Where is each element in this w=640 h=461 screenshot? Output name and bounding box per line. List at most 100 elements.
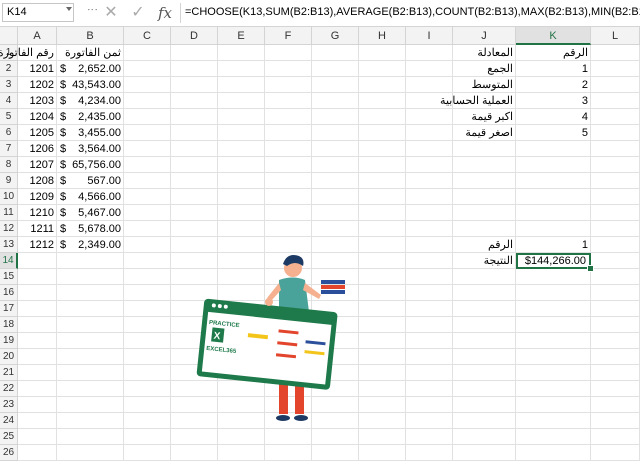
row-header-21[interactable]: 21 [0,365,18,381]
currency-symbol: $ [60,127,67,139]
function-label-cell[interactable]: اصغر قيمة [453,125,516,141]
header-invoice-number[interactable]: رقم الفاتورة [0,45,57,61]
result-value-cell[interactable]: $144,266.00 [516,253,591,269]
row-header-16[interactable]: 16 [0,285,18,301]
currency-symbol: $ [60,143,67,155]
row-header-7[interactable]: 7 [0,141,18,157]
row-header-8[interactable]: 8 [0,157,18,173]
character-head [283,255,304,277]
invoice-amount-cell[interactable]: $2,652.00 [57,61,124,77]
invoice-amount-cell[interactable]: $3,455.00 [57,125,124,141]
row-header-19[interactable]: 19 [0,333,18,349]
name-box[interactable]: K14 [2,3,74,22]
column-header-e[interactable]: E [218,27,265,45]
row-header-20[interactable]: 20 [0,349,18,365]
invoice-amount-cell[interactable]: $3,564.00 [57,141,124,157]
result-label-cell[interactable]: النتيجة [453,253,516,269]
row-header-13[interactable]: 13 [0,237,18,253]
invoice-amount-cell[interactable]: $65,756.00 [57,157,124,173]
header-number[interactable]: الرقم [516,45,591,61]
function-number-cell[interactable]: 3 [516,93,591,109]
cancel-icon[interactable]: ✕ [100,2,122,24]
invoice-number-cell[interactable]: 1203 [18,93,57,109]
insert-function-icon[interactable]: fx [154,2,176,24]
row-header-12[interactable]: 12 [0,221,18,237]
column-header-h[interactable]: H [359,27,406,45]
invoice-number-cell[interactable]: 1207 [18,157,57,173]
invoice-number-cell[interactable]: 1206 [18,141,57,157]
invoice-amount-cell[interactable]: $5,467.00 [57,205,124,221]
row-header-25[interactable]: 25 [0,429,18,445]
column-header-d[interactable]: D [171,27,218,45]
invoice-amount-cell[interactable]: $4,566.00 [57,189,124,205]
formula-input[interactable]: =CHOOSE(K13,SUM(B2:B13),AVERAGE(B2:B13),… [185,6,640,18]
column-header-a[interactable]: A [18,27,57,45]
column-header-f[interactable]: F [265,27,312,45]
enter-icon[interactable]: ✓ [127,2,149,24]
invoice-amount-cell[interactable]: $4,234.00 [57,93,124,109]
column-header-c[interactable]: C [124,27,171,45]
invoice-number-cell[interactable]: 1210 [18,205,57,221]
row-header-18[interactable]: 18 [0,317,18,333]
invoice-number-cell[interactable]: 1211 [18,221,57,237]
row-header-4[interactable]: 4 [0,93,18,109]
function-label-cell[interactable]: الجمع [453,61,516,77]
select-all-corner[interactable] [0,27,18,45]
invoice-amount-cell[interactable]: $43,543.00 [57,77,124,93]
header-invoice-amount[interactable]: ثمن الفاتورة [57,45,124,61]
row-header-23[interactable]: 23 [0,397,18,413]
amount-value: 567.00 [87,175,121,187]
function-number-cell[interactable]: 2 [516,77,591,93]
row-header-14[interactable]: 14 [0,253,18,269]
formula-bar-grip-icon[interactable]: ⋮ [86,4,99,14]
fill-handle[interactable] [587,265,594,272]
function-number-cell[interactable]: 1 [516,61,591,77]
row-header-11[interactable]: 11 [0,205,18,221]
row-header-24[interactable]: 24 [0,413,18,429]
currency-symbol: $ [60,207,67,219]
invoice-number-cell[interactable]: 1208 [18,173,57,189]
function-number-cell[interactable]: 4 [516,109,591,125]
invoice-amount-cell[interactable]: $2,349.00 [57,237,124,253]
row-header-5[interactable]: 5 [0,109,18,125]
row-header-6[interactable]: 6 [0,125,18,141]
choice-value-cell[interactable]: 1 [516,237,591,253]
currency-symbol: $ [60,79,67,91]
row-header-2[interactable]: 2 [0,61,18,77]
function-label-cell[interactable]: المتوسط [453,77,516,93]
invoice-number-cell[interactable]: 1209 [18,189,57,205]
invoice-number-cell[interactable]: 1205 [18,125,57,141]
row-header-10[interactable]: 10 [0,189,18,205]
column-header-k[interactable]: K [516,27,591,45]
invoice-amount-cell[interactable]: $2,435.00 [57,109,124,125]
function-label-cell[interactable]: اكبر قيمة [453,109,516,125]
row-header-9[interactable]: 9 [0,173,18,189]
column-header-g[interactable]: G [312,27,359,45]
gridline-horizontal [18,444,640,445]
function-number-cell[interactable]: 5 [516,125,591,141]
invoice-number-cell[interactable]: 1201 [18,61,57,77]
choice-label-cell[interactable]: الرقم [453,237,516,253]
row-header-26[interactable]: 26 [0,445,18,461]
row-header-3[interactable]: 3 [0,77,18,93]
row-header-17[interactable]: 17 [0,301,18,317]
currency-symbol: $ [60,191,67,203]
column-header-i[interactable]: I [406,27,453,45]
header-formula[interactable]: المعادلة [453,45,516,61]
function-label-cell[interactable]: العملية الحسابية [440,93,516,109]
currency-symbol: $ [60,159,67,171]
invoice-number-cell[interactable]: 1204 [18,109,57,125]
amount-value: 3,564.00 [78,143,121,155]
column-header-j[interactable]: J [453,27,516,45]
invoice-amount-cell[interactable]: $5,678.00 [57,221,124,237]
row-header-22[interactable]: 22 [0,381,18,397]
column-header-b[interactable]: B [57,27,124,45]
invoice-number-cell[interactable]: 1212 [18,237,57,253]
practice-excel-illustration: PRACTICE X EXCEL365 [196,255,345,421]
invoice-amount-cell[interactable]: $567.00 [57,173,124,189]
column-header-l[interactable]: L [591,27,640,45]
name-box-dropdown-icon[interactable] [66,7,72,11]
row-header-15[interactable]: 15 [0,269,18,285]
formula-bar-divider [180,3,181,23]
invoice-number-cell[interactable]: 1202 [18,77,57,93]
